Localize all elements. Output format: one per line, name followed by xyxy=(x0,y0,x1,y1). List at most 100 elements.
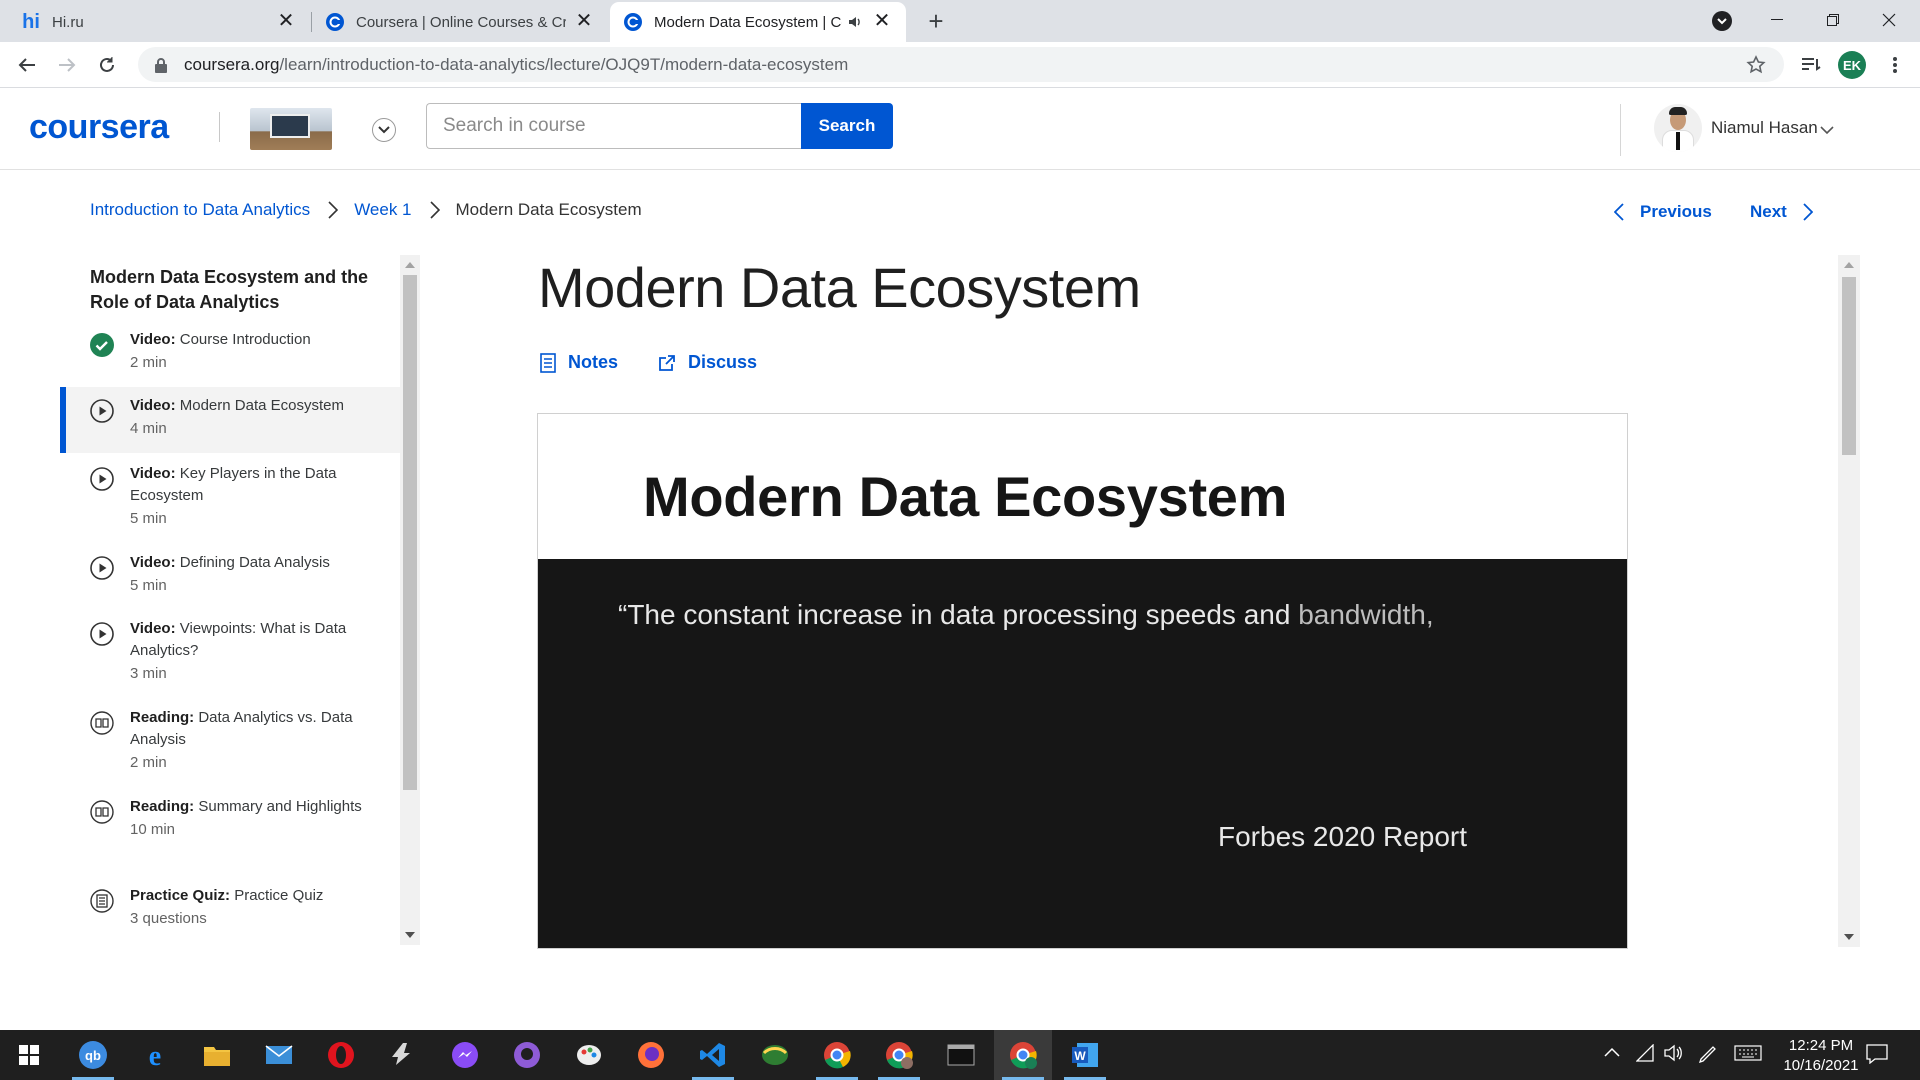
user-name[interactable]: Niamul Hasan xyxy=(1711,118,1818,138)
sidebar-item-analytics-vs-analysis[interactable]: Reading: Data Analytics vs. Data Analysi… xyxy=(60,707,400,787)
word-icon[interactable]: W xyxy=(1056,1030,1114,1080)
chevron-right-icon xyxy=(429,201,440,219)
notes-icon xyxy=(540,352,556,373)
scroll-up-arrow-icon[interactable] xyxy=(1844,262,1854,268)
sidebar-item-practice-quiz[interactable]: Practice Quiz: Practice Quiz 3 questions xyxy=(60,885,400,945)
discuss-button[interactable]: Discuss xyxy=(658,352,757,373)
vscode-icon[interactable] xyxy=(684,1030,742,1080)
tab-modern-data-ecosystem[interactable]: Modern Data Ecosystem | Co ✕ xyxy=(610,2,906,42)
volume-icon[interactable] xyxy=(1664,1044,1684,1066)
pen-icon[interactable] xyxy=(1698,1044,1718,1068)
bookmark-star-icon[interactable] xyxy=(1746,55,1766,80)
minimize-button[interactable] xyxy=(1754,0,1800,40)
keyboard-icon[interactable] xyxy=(1734,1044,1762,1066)
lock-icon[interactable] xyxy=(154,57,168,73)
scroll-up-arrow-icon[interactable] xyxy=(405,262,415,268)
quote-text: “The constant increase in data processin… xyxy=(618,599,1291,630)
item-type: Video: xyxy=(130,465,176,482)
next-label: Next xyxy=(1750,202,1787,221)
close-icon[interactable]: ✕ xyxy=(872,11,892,32)
network-icon[interactable] xyxy=(1635,1043,1654,1066)
firefox-icon[interactable] xyxy=(622,1030,680,1080)
breadcrumb-course-link[interactable]: Introduction to Data Analytics xyxy=(90,200,310,220)
search-input[interactable]: Search in course xyxy=(426,103,802,149)
windows-start-icon[interactable] xyxy=(0,1030,58,1080)
reading-list-icon[interactable] xyxy=(1796,50,1826,80)
speaker-icon[interactable] xyxy=(848,15,864,29)
item-duration: 2 min xyxy=(130,354,167,371)
scroll-down-arrow-icon[interactable] xyxy=(1844,934,1854,940)
main-scrollbar[interactable] xyxy=(1838,255,1860,947)
close-window-button[interactable] xyxy=(1866,0,1912,40)
edge-icon[interactable]: e xyxy=(126,1030,184,1080)
chevron-down-icon[interactable] xyxy=(372,118,396,142)
globe-app-icon[interactable] xyxy=(746,1030,804,1080)
hi-ru-favicon-icon: hi xyxy=(22,10,40,33)
github-icon[interactable] xyxy=(498,1030,556,1080)
video-player[interactable]: Modern Data Ecosystem “The constant incr… xyxy=(537,413,1628,949)
sidebar-item-summary-highlights[interactable]: Reading: Summary and Highlights 10 min xyxy=(60,796,400,876)
terminal-icon[interactable] xyxy=(932,1030,990,1080)
browser-toolbar: coursera.org/learn/introduction-to-data-… xyxy=(0,42,1920,88)
system-clock[interactable]: 12:24 PM 10/16/2021 xyxy=(1776,1036,1866,1076)
close-icon[interactable]: ✕ xyxy=(574,11,594,32)
avatar[interactable] xyxy=(1654,104,1702,152)
module-title: Modern Data Ecosystem and the Role of Da… xyxy=(90,267,369,312)
forward-arrow-icon[interactable] xyxy=(52,50,82,80)
reload-icon[interactable] xyxy=(92,50,122,80)
scroll-down-arrow-icon[interactable] xyxy=(405,932,415,938)
coursera-logo[interactable]: coursera xyxy=(29,108,169,147)
item-duration: 4 min xyxy=(130,420,167,437)
sidebar-item-key-players[interactable]: Video: Key Players in the Data Ecosystem… xyxy=(60,463,400,543)
sidebar-item-course-introduction[interactable]: Video: Course Introduction 2 min xyxy=(60,329,400,389)
sidebar-item-modern-data-ecosystem[interactable]: Video: Modern Data Ecosystem 4 min xyxy=(60,387,400,453)
tab-search-icon[interactable] xyxy=(1712,11,1732,31)
breadcrumb-week-link[interactable]: Week 1 xyxy=(354,200,411,220)
header-divider xyxy=(1620,104,1621,156)
opera-icon[interactable] xyxy=(312,1030,370,1080)
tab-hi-ru[interactable]: hi Hi.ru ✕ xyxy=(0,2,310,42)
previous-button[interactable]: Previous xyxy=(1614,202,1712,222)
chrome-ek-icon[interactable] xyxy=(994,1030,1052,1080)
item-duration: 3 questions xyxy=(130,910,207,927)
qbittorrent-icon[interactable]: qb xyxy=(64,1030,122,1080)
restore-button[interactable] xyxy=(1810,0,1856,40)
chrome-icon[interactable] xyxy=(808,1030,866,1080)
sidebar-scrollbar[interactable] xyxy=(400,255,420,945)
tab-coursera[interactable]: Coursera | Online Courses & Cred ✕ xyxy=(312,2,608,42)
chrome-profile-icon[interactable] xyxy=(870,1030,928,1080)
item-type: Reading: xyxy=(130,709,195,726)
item-type: Video: xyxy=(130,620,176,637)
inkscape-icon[interactable] xyxy=(374,1030,432,1080)
search-button[interactable]: Search xyxy=(801,103,893,149)
more-menu-icon[interactable] xyxy=(1880,50,1910,80)
scrollbar-thumb[interactable] xyxy=(1842,277,1856,455)
quote-text-faded: bandwidth, xyxy=(1290,599,1434,630)
scrollbar-thumb[interactable] xyxy=(403,275,417,790)
close-icon[interactable]: ✕ xyxy=(276,11,296,32)
browser-profile-avatar[interactable]: EK xyxy=(1838,51,1866,79)
item-duration: 10 min xyxy=(130,821,176,838)
course-sidebar: Modern Data Ecosystem and the Role of Da… xyxy=(60,255,400,945)
chevron-down-icon[interactable] xyxy=(1820,122,1834,140)
chevron-up-icon[interactable] xyxy=(1604,1044,1620,1061)
course-thumbnail[interactable] xyxy=(250,108,332,150)
back-arrow-icon[interactable] xyxy=(12,50,42,80)
paint-icon[interactable] xyxy=(560,1030,618,1080)
notes-button[interactable]: Notes xyxy=(540,352,618,373)
item-name: Summary and Highlights xyxy=(198,798,362,815)
messenger-icon[interactable] xyxy=(436,1030,494,1080)
new-tab-button[interactable]: + xyxy=(922,8,950,36)
address-bar[interactable]: coursera.org/learn/introduction-to-data-… xyxy=(138,47,1784,82)
discuss-label: Discuss xyxy=(688,352,758,372)
sidebar-item-defining-data-analysis[interactable]: Video: Defining Data Analysis 5 min xyxy=(60,552,400,612)
next-button[interactable]: Next xyxy=(1750,202,1813,222)
page-title: Modern Data Ecosystem xyxy=(538,256,1141,319)
sidebar-item-viewpoints[interactable]: Video: Viewpoints: What is Data Analytic… xyxy=(60,618,400,698)
header-divider xyxy=(219,112,220,142)
coursera-favicon-icon xyxy=(624,13,642,31)
previous-label: Previous xyxy=(1640,202,1712,221)
file-explorer-icon[interactable] xyxy=(188,1030,246,1080)
mail-icon[interactable] xyxy=(250,1030,308,1080)
notifications-icon[interactable] xyxy=(1866,1044,1888,1068)
